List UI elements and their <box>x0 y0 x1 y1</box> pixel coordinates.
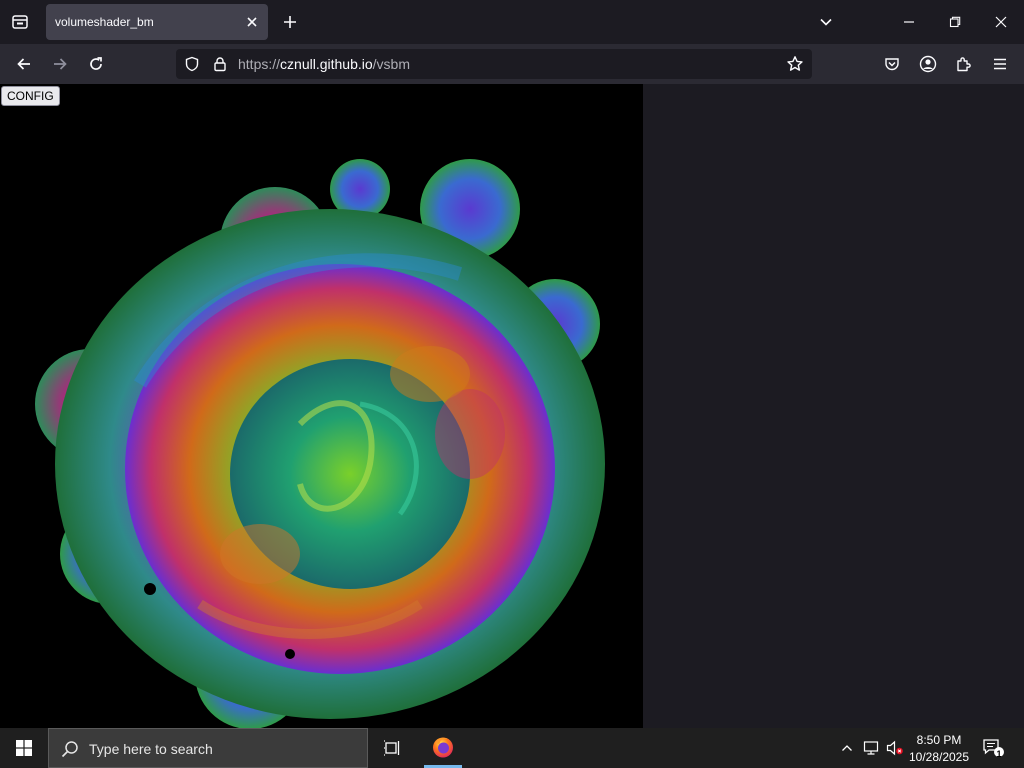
page-content: CONFIG <box>0 84 1024 728</box>
navigation-toolbar: https://cznull.github.io/vsbm <box>0 44 1024 84</box>
restore-button[interactable] <box>934 6 976 38</box>
list-all-tabs-button[interactable] <box>8 10 32 34</box>
address-bar[interactable]: https://cznull.github.io/vsbm <box>176 49 812 79</box>
forward-arrow-icon <box>54 58 67 70</box>
account-icon <box>919 55 937 73</box>
shield-icon <box>185 56 199 72</box>
tab-overflow-button[interactable] <box>814 10 838 34</box>
tab-volumeshader[interactable]: volumeshader_bm <box>46 4 268 40</box>
url-path: /vsbm <box>372 56 410 72</box>
windows-logo-icon <box>16 740 32 756</box>
task-view-button[interactable] <box>372 728 412 768</box>
search-icon <box>61 740 79 758</box>
url-scheme: https:// <box>238 56 281 72</box>
reload-icon <box>90 57 102 70</box>
close-tab-button[interactable] <box>242 12 262 32</box>
plus-icon <box>284 16 296 28</box>
back-button[interactable] <box>10 50 38 78</box>
volume-muted-icon <box>886 740 903 756</box>
star-icon <box>787 56 803 71</box>
task-view-icon <box>384 740 400 756</box>
extensions-button[interactable] <box>950 50 978 78</box>
new-tab-button[interactable] <box>278 10 302 34</box>
search-placeholder: Type here to search <box>89 741 213 757</box>
bookmark-button[interactable] <box>786 55 804 73</box>
pocket-button[interactable] <box>878 50 906 78</box>
hamburger-menu-icon <box>994 58 1006 70</box>
start-button[interactable] <box>0 728 48 768</box>
puzzle-icon <box>957 57 971 72</box>
tab-title: volumeshader_bm <box>55 15 154 29</box>
network-icon <box>863 741 879 755</box>
notification-count: 1 <box>996 749 1002 759</box>
lock-icon <box>214 57 226 72</box>
clock-date: 10/28/2025 <box>908 750 970 764</box>
minimize-button[interactable] <box>888 6 930 38</box>
config-button[interactable]: CONFIG <box>1 86 60 106</box>
close-window-icon <box>995 16 1007 28</box>
render-canvas[interactable]: CONFIG <box>0 84 643 728</box>
action-center-button[interactable]: 1 <box>978 728 1008 768</box>
taskbar-firefox-button[interactable] <box>424 728 462 765</box>
chevron-up-icon <box>842 745 852 751</box>
tab-list-icon <box>12 15 28 29</box>
network-button[interactable] <box>860 728 882 768</box>
taskbar-search-box[interactable]: Type here to search <box>48 728 368 768</box>
firefox-icon <box>433 737 453 757</box>
tracking-protection-button[interactable] <box>184 56 200 72</box>
chevron-down-icon <box>820 18 832 26</box>
close-icon <box>247 17 257 27</box>
minimize-icon <box>904 21 914 23</box>
reload-button[interactable] <box>82 50 110 78</box>
fractal-render-image <box>35 159 605 728</box>
forward-button[interactable] <box>46 50 74 78</box>
back-arrow-icon <box>17 58 30 70</box>
url-host: cznull.github.io <box>280 56 373 72</box>
app-menu-button[interactable] <box>986 50 1014 78</box>
clock-time: 8:50 PM <box>916 733 962 747</box>
restore-icon <box>949 16 961 28</box>
url-text[interactable]: https://cznull.github.io/vsbm <box>238 56 410 72</box>
account-button[interactable] <box>914 50 942 78</box>
volume-button[interactable] <box>884 728 906 768</box>
site-info-button[interactable] <box>212 56 228 72</box>
show-hidden-icons-button[interactable] <box>836 728 858 768</box>
windows-taskbar: Type here to search 8:50 PM 10/28/2025 1 <box>0 728 1024 768</box>
pocket-icon <box>885 58 899 71</box>
tab-strip: volumeshader_bm <box>0 0 1024 44</box>
close-window-button[interactable] <box>980 6 1022 38</box>
